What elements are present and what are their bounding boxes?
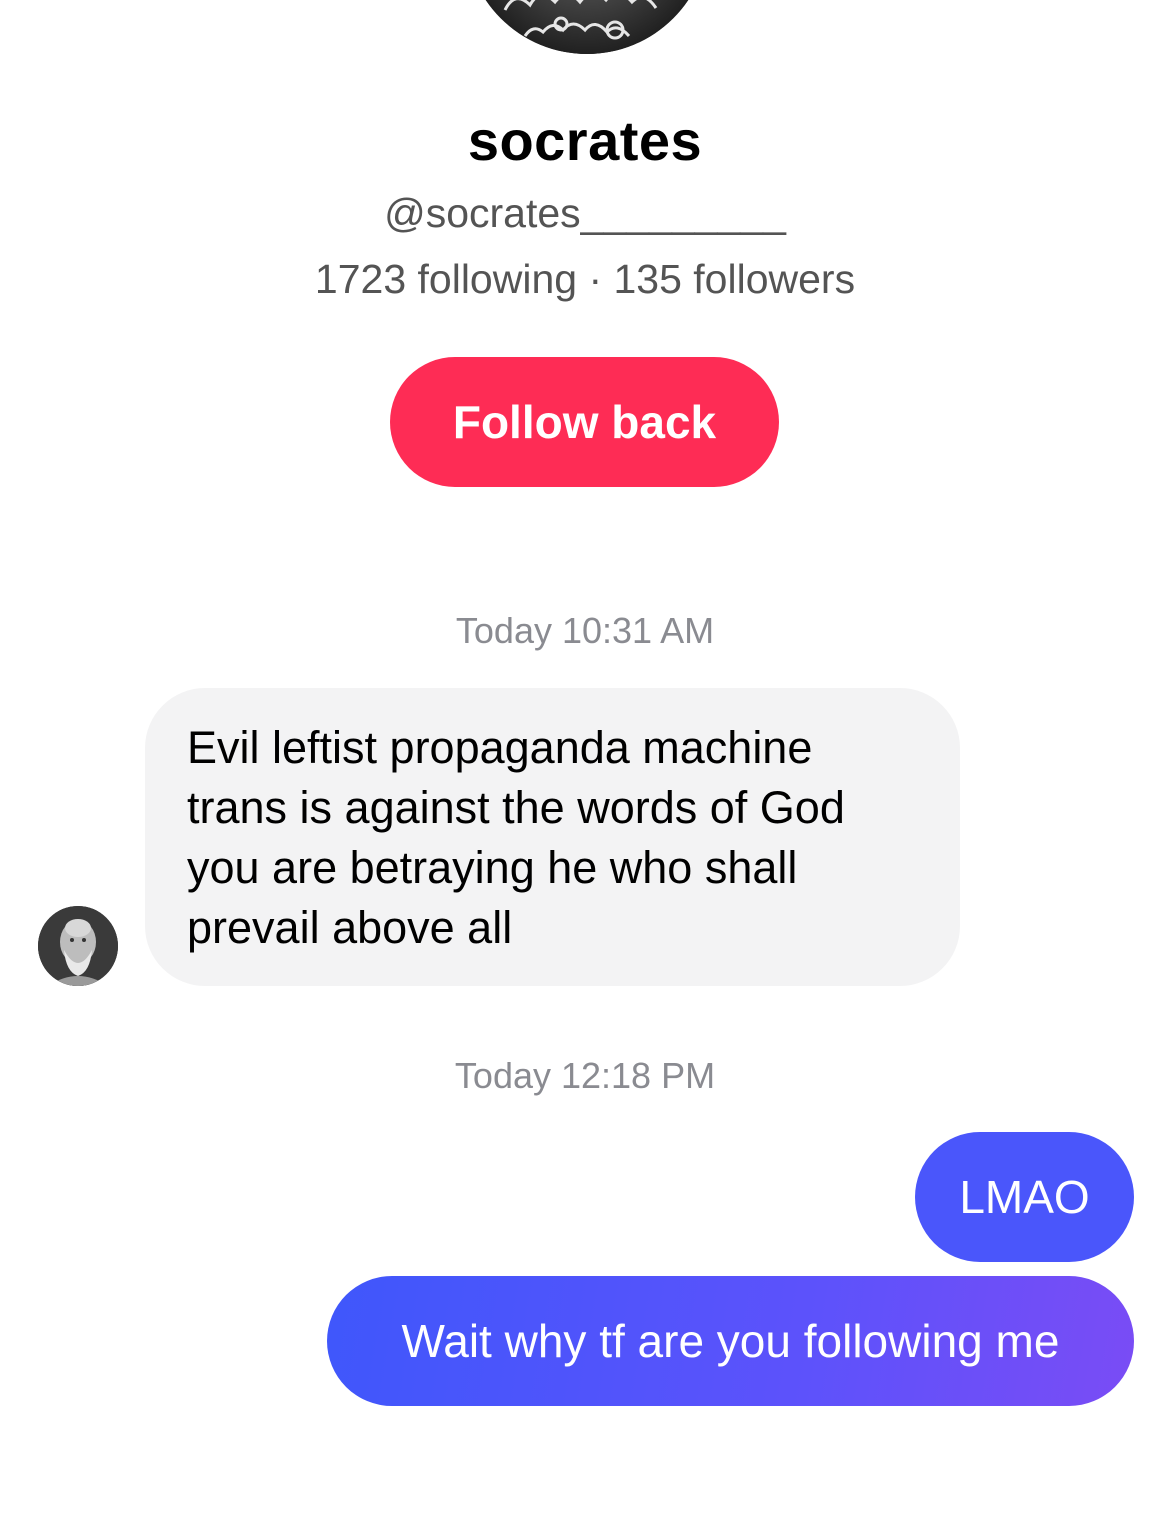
message-timestamp: Today 12:18 PM: [454, 1055, 716, 1096]
profile-avatar[interactable]: [465, 0, 709, 54]
sender-avatar[interactable]: [38, 906, 118, 986]
profile-handle: @socrates_________: [384, 190, 786, 236]
message-timestamp: Today 10:31 AM: [455, 610, 715, 651]
socrates-bust-avatar-icon: [465, 0, 709, 54]
outgoing-message-bubble[interactable]: LMAO: [915, 1132, 1134, 1262]
follow-back-button[interactable]: Follow back: [390, 357, 779, 487]
profile-stats: 1723 following · 135 followers: [314, 256, 856, 302]
socrates-bust-avatar-icon: [38, 906, 118, 986]
incoming-message-bubble[interactable]: Evil leftist propaganda machine trans is…: [145, 688, 960, 986]
profile-name: socrates: [467, 109, 703, 172]
outgoing-message-bubble[interactable]: Wait why tf are you following me: [327, 1276, 1134, 1406]
